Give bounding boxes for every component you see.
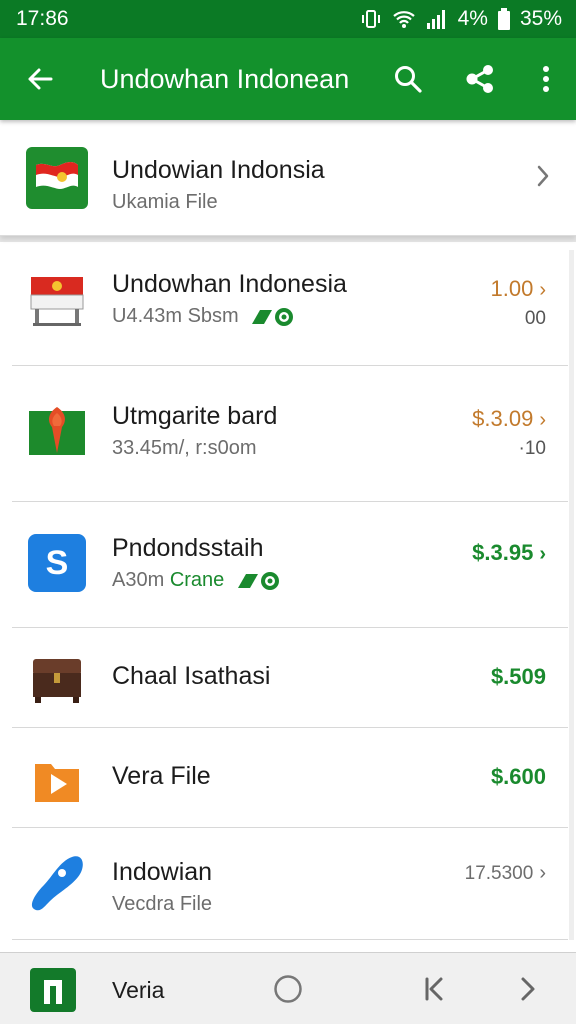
- s-letter-icon: S: [26, 532, 88, 594]
- vibrate-icon: [360, 8, 382, 30]
- list-item[interactable]: Undowhan Indonesia U4.43m Sbsm 1.00 › 00: [12, 242, 568, 366]
- status-time: 17:86: [16, 7, 69, 30]
- list-item[interactable]: Chaal Isathasi $.509: [12, 628, 568, 728]
- list-item[interactable]: Vera File $.600: [12, 728, 568, 828]
- item-title: Utmgarite bard: [112, 402, 278, 430]
- item-title: Vera File: [112, 762, 211, 790]
- item-price: $.600: [491, 764, 546, 790]
- item-price-value: $.509: [490, 664, 546, 689]
- item-price: $.509: [491, 664, 546, 690]
- search-icon[interactable]: [372, 38, 444, 120]
- chevron-right-icon: ›: [539, 543, 546, 565]
- item-subtitle-line: A30m Crane: [112, 569, 282, 592]
- item-subtitle: Vecdra File: [112, 893, 213, 915]
- item-title: Undowhan Indonesia: [112, 270, 347, 298]
- item-price-value: $.600: [490, 764, 546, 789]
- app-icon[interactable]: [30, 968, 76, 1012]
- list-item[interactable]: Utmgarite bard 33.45m/, r:s0om $.3.09 › ·…: [12, 366, 568, 502]
- item-title: Chaal Isathasi: [112, 662, 271, 690]
- share-icon[interactable]: [444, 38, 516, 120]
- chevron-right-icon: ›: [539, 409, 546, 431]
- blue-blob-icon: [26, 852, 88, 914]
- coin-badge-icon: [250, 306, 296, 328]
- item-subtitle: 33.45m/, r:s0om: [112, 437, 257, 459]
- item-price: $.3.95 ›: [472, 540, 546, 566]
- item-price-value: 17.5300: [464, 863, 534, 884]
- more-vert-icon[interactable]: [516, 38, 576, 120]
- chest-icon: [26, 648, 88, 710]
- item-price: 1.00 › 00: [491, 276, 547, 330]
- back-arrow-icon[interactable]: [0, 38, 80, 120]
- item-subtitle: A30m: [112, 569, 165, 591]
- forward-chevron-icon[interactable]: [506, 967, 550, 1011]
- chevron-right-icon: [536, 164, 550, 193]
- table-flag-icon: [26, 270, 88, 332]
- item-list: Undowhan Indonesia U4.43m Sbsm 1.00 › 00 …: [12, 242, 568, 940]
- item-price-value: $.3.09: [472, 406, 534, 431]
- page-title: Undowhan Indonean: [100, 63, 350, 94]
- wifi-icon: [392, 9, 416, 29]
- item-price-sub: 00: [524, 308, 546, 329]
- back-chevron-icon[interactable]: [414, 967, 458, 1011]
- pin-flag-icon: [26, 402, 88, 464]
- item-price: 17.5300 ›: [465, 862, 546, 885]
- battery-percent: 4%: [457, 7, 488, 30]
- signal-icon: [426, 9, 448, 29]
- item-subtitle-line: U4.43m Sbsm: [112, 305, 347, 328]
- play-folder-icon: [26, 750, 88, 812]
- bottom-bar: Veria: [0, 952, 576, 1024]
- item-price-value: 1.00: [490, 276, 534, 301]
- header-item-subtitle: Ukamia File: [112, 191, 218, 213]
- item-subtitle-highlight: Crane: [169, 569, 225, 591]
- chevron-right-icon: ›: [539, 279, 546, 301]
- status-extra-text: 35%: [519, 7, 562, 30]
- scrollbar[interactable]: [569, 250, 574, 940]
- s-letter-tile: S: [28, 534, 86, 592]
- item-price: $.3.09 › ·10: [472, 406, 546, 460]
- flag-icon: [26, 147, 88, 209]
- coin-badge-icon: [236, 570, 282, 592]
- item-price-value: $.3.95: [472, 540, 534, 565]
- list-item[interactable]: S Pndondsstaih A30m Crane $.3.95 ›: [12, 502, 568, 628]
- header-item-title: Undowian Indonsia: [112, 156, 325, 184]
- item-title: Indowian: [112, 858, 213, 886]
- item-subtitle: U4.43m Sbsm: [112, 305, 239, 327]
- app-bar: Undowhan Indonean: [0, 38, 576, 120]
- header-item[interactable]: Undowian Indonsia Ukamia File: [0, 120, 576, 236]
- item-title: Pndondsstaih: [112, 534, 264, 562]
- battery-icon: [497, 8, 510, 30]
- home-circle-icon[interactable]: [266, 967, 310, 1011]
- chevron-right-icon: ›: [539, 862, 546, 884]
- status-bar: 17:86 4% 35%: [0, 0, 576, 38]
- item-price-sub: ·10: [518, 438, 546, 459]
- list-item[interactable]: Indowian Vecdra File 17.5300 ›: [12, 828, 568, 940]
- bottom-bar-label: Veria: [112, 977, 165, 1003]
